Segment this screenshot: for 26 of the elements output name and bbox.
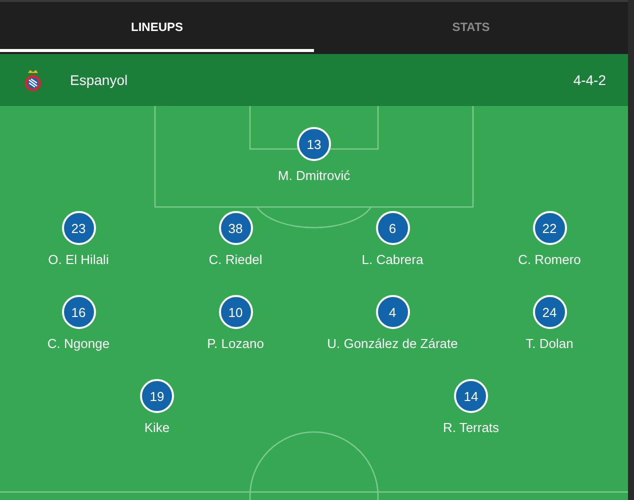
shirt-number: 16: [62, 295, 96, 329]
player-name: U. González de Zárate: [327, 335, 458, 353]
player-name: C. Romero: [518, 251, 581, 269]
player-name: Kike: [144, 419, 170, 437]
player-name: R. Terrats: [442, 419, 500, 437]
player-name: L. Cabrera: [362, 251, 424, 269]
shirt-number: 22: [532, 211, 566, 245]
shirt-number: 38: [218, 211, 252, 245]
tab[interactable]: STATS: [314, 2, 628, 52]
team-name: Espanyol: [70, 72, 129, 88]
shirt-number: 23: [62, 211, 96, 245]
player-name: T. Dolan: [526, 335, 574, 353]
player-name: P. Lozano: [207, 335, 264, 353]
shirt-number: 4: [376, 295, 410, 329]
shirt-number: 14: [454, 379, 488, 413]
player-name: C. Riedel: [208, 251, 262, 269]
shirt-number: 6: [376, 211, 410, 245]
crest-icon: [24, 68, 42, 92]
shirt-number: 19: [140, 379, 174, 413]
player-name: C. Ngonge: [47, 335, 110, 353]
player-name: O. El Hilali: [48, 251, 109, 269]
shirt-number: 13: [297, 127, 331, 161]
shirt-number: 10: [218, 295, 252, 329]
shirt-number: 24: [532, 295, 566, 329]
player-name: M. Dmitrović: [278, 167, 350, 185]
formation: 4-4-2: [573, 72, 606, 88]
